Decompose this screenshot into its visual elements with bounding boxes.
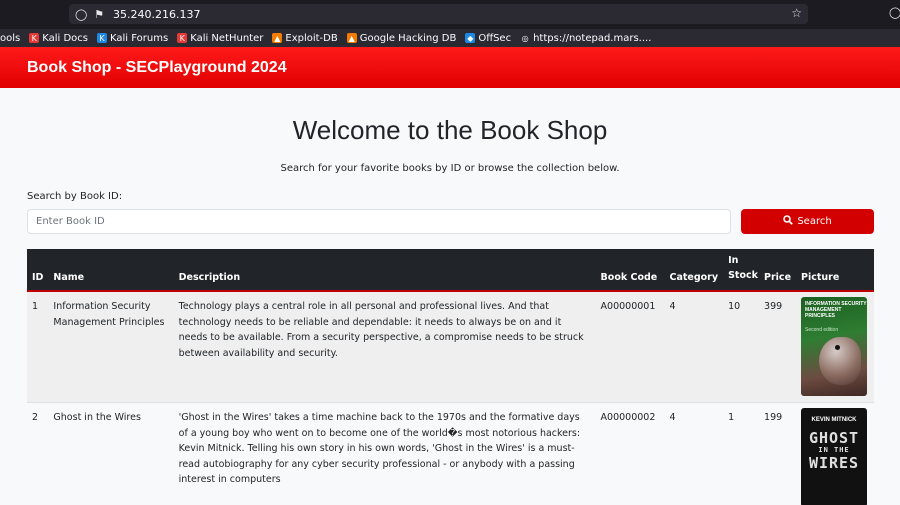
search-button[interactable]: Search — [741, 209, 874, 234]
cover-title-line-3: WIRES — [808, 454, 860, 472]
bookmark-label: Kali Forums — [110, 32, 169, 44]
cell-picture: INFORMATION SECURITY MANAGEMENT PRINCIPL… — [796, 291, 874, 403]
cell-id: 2 — [32, 412, 39, 423]
cell-category: 4 — [669, 301, 676, 312]
search-label: Search by Book ID: — [27, 191, 123, 202]
cover-author: KEVIN MITNICK — [811, 417, 857, 423]
book-cover-image: KEVIN MITNICK GHOST IN THE WIRES — [801, 408, 868, 505]
bookmark-offsec[interactable]: ◆ OffSec — [465, 33, 511, 44]
col-price: Price — [764, 272, 792, 283]
bookmark-google-hacking-db[interactable]: ▲ Google Hacking DB — [346, 32, 457, 44]
kali-docs-icon: K — [29, 33, 40, 43]
hawk-eye — [835, 345, 841, 350]
url-text[interactable]: 35.240.216.137 — [113, 8, 200, 21]
cell-book-code: A00000001 — [600, 301, 656, 312]
cell-picture: KEVIN MITNICK GHOST IN THE WIRES — [796, 403, 874, 505]
col-in-stock-label: In Stock — [728, 255, 758, 281]
table-row: 2 Ghost in the Wires 'Ghost in the Wires… — [27, 402, 874, 505]
cover-subtitle: Second edition — [805, 327, 839, 333]
kali-nethunter-icon: K — [177, 33, 188, 43]
cell-book-code: A00000002 — [600, 412, 656, 423]
bookmark-label: OffSec — [478, 32, 512, 44]
bookmark-exploit-db[interactable]: ▲ Exploit-DB — [272, 32, 338, 44]
books-table: ID Name Description Book Code Category I… — [27, 249, 874, 505]
cover-title: GHOST IN THE WIRES — [801, 430, 867, 471]
bookmark-label: ools — [0, 32, 21, 44]
bookmark-kali-docs[interactable]: K Kali Docs — [29, 33, 88, 44]
bookmark-label: Kali NetHunter — [190, 32, 264, 44]
bookmarks-bar: ools K Kali Docs K Kali Forums K Kali NetHu… — [0, 29, 900, 47]
col-description: Description — [178, 272, 241, 283]
table-row: 1 Information Security Management Princi… — [27, 291, 874, 403]
cell-price: 199 — [764, 412, 783, 423]
col-book-code: Book Code — [600, 272, 658, 283]
col-in-stock: In Stock — [723, 249, 759, 291]
cover-title-line-1: GHOST — [808, 429, 860, 447]
address-bar[interactable]: ◯ ⚑ 35.240.216.137 ☆ — [69, 4, 808, 24]
col-picture: Picture — [801, 272, 840, 283]
offsec-icon: ◆ — [465, 33, 476, 43]
table-header: ID Name Description Book Code Category I… — [27, 249, 874, 291]
col-id: ID — [32, 272, 44, 283]
cell-name: Information Security Management Principl… — [53, 301, 165, 328]
globe-icon: ◎ — [521, 33, 529, 43]
book-cover-image: INFORMATION SECURITY MANAGEMENT PRINCIPL… — [801, 297, 868, 396]
search-icon — [783, 215, 794, 228]
cell-name: Ghost in the Wires — [53, 412, 141, 423]
lock-icon[interactable]: ⚑ — [93, 8, 105, 21]
cell-price: 399 — [764, 301, 783, 312]
bookmark-star-icon[interactable]: ☆ — [791, 6, 802, 20]
browser-toolbar: ◯ ⚑ 35.240.216.137 ☆ ◯ — [0, 0, 900, 29]
col-name: Name — [53, 272, 85, 283]
bookmark-tools[interactable]: ools — [0, 33, 20, 44]
brand-title[interactable]: Book Shop - SECPlayground 2024 — [27, 59, 287, 77]
kali-forums-icon: K — [97, 33, 108, 43]
google-hacking-db-icon: ▲ — [346, 33, 357, 43]
book-id-search-input[interactable] — [27, 209, 731, 234]
search-button-label: Search — [797, 216, 832, 227]
col-category: Category — [669, 272, 719, 283]
cover-title: INFORMATION SECURITY MANAGEMENT PRINCIPL… — [805, 301, 867, 319]
bookmark-kali-forums[interactable]: K Kali Forums — [97, 33, 168, 44]
bookmark-label: Exploit-DB — [285, 32, 338, 44]
app-header: Book Shop - SECPlayground 2024 — [0, 47, 900, 88]
extension-icon[interactable]: ◯ — [889, 6, 900, 19]
cell-in-stock: 10 — [728, 301, 741, 312]
page-subtitle: Search for your favorite books by ID or … — [280, 163, 620, 174]
bookmark-label: https://notepad.mars.... — [533, 32, 652, 44]
cell-description: 'Ghost in the Wires' takes a time machin… — [178, 412, 581, 485]
cell-id: 1 — [32, 301, 39, 312]
cell-in-stock: 1 — [728, 412, 735, 423]
bookmark-label: Kali Docs — [42, 32, 89, 44]
bookmark-kali-nethunter[interactable]: K Kali NetHunter — [177, 33, 263, 44]
hawk-illustration — [819, 337, 862, 385]
shield-icon[interactable]: ◯ — [75, 8, 87, 21]
exploit-db-icon: ▲ — [272, 33, 283, 43]
bookmark-notepad[interactable]: ◎ https://notepad.mars.... — [520, 32, 652, 44]
cell-description: Technology plays a central role in all p… — [178, 301, 584, 359]
page-title: Welcome to the Book Shop — [292, 115, 608, 145]
cell-category: 4 — [669, 412, 676, 423]
bookmark-label: Google Hacking DB — [359, 32, 457, 44]
